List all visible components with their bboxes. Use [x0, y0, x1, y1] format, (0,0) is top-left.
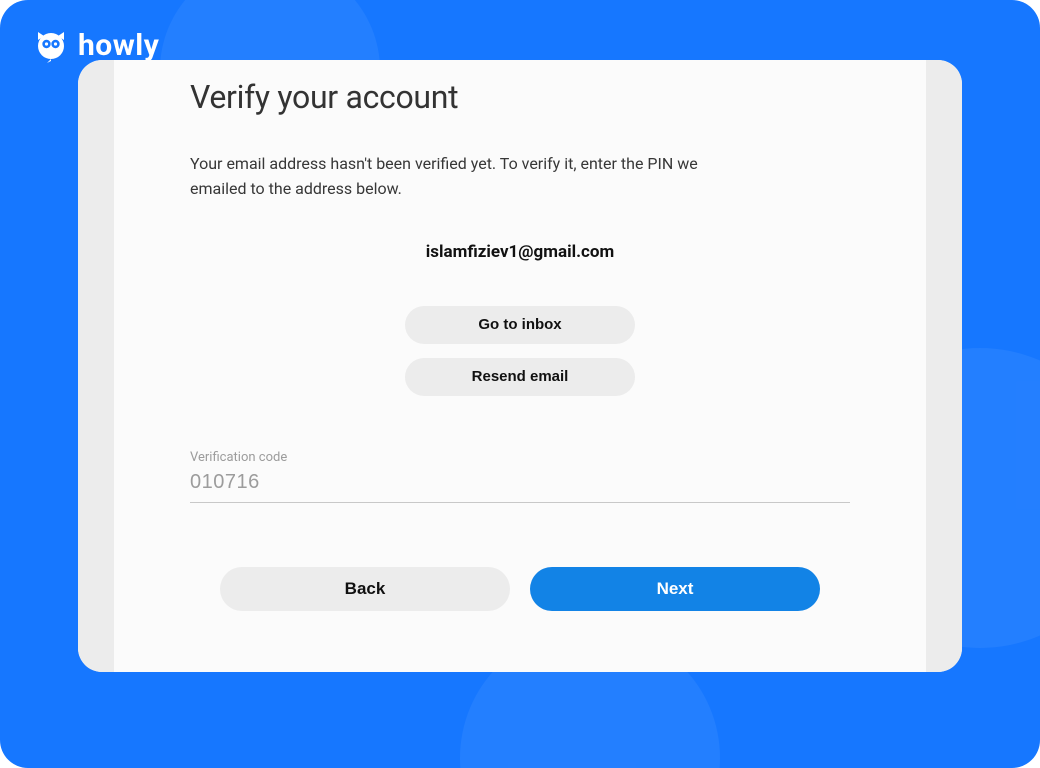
footer-buttons: Back Next — [190, 567, 850, 611]
verification-code-field: Verification code — [190, 450, 850, 503]
verification-code-label: Verification code — [190, 450, 850, 465]
verify-panel: Verify your account Your email address h… — [190, 60, 850, 672]
verify-card: Verify your account Your email address h… — [78, 60, 962, 672]
brand-name: howly — [78, 28, 159, 63]
email-address: islamfiziev1@gmail.com — [190, 242, 850, 262]
next-button[interactable]: Next — [530, 567, 820, 611]
app-frame: howly Verify your account Your email add… — [0, 0, 1040, 768]
page-title: Verify your account — [190, 78, 850, 116]
verification-code-input[interactable] — [190, 469, 850, 503]
back-button[interactable]: Back — [220, 567, 510, 611]
instructions-text: Your email address hasn't been verified … — [190, 152, 750, 202]
resend-email-button[interactable]: Resend email — [405, 358, 635, 396]
owl-icon — [34, 29, 68, 63]
brand-logo: howly — [34, 28, 159, 63]
go-to-inbox-button[interactable]: Go to inbox — [405, 306, 635, 344]
quick-actions: Go to inbox Resend email — [190, 306, 850, 396]
